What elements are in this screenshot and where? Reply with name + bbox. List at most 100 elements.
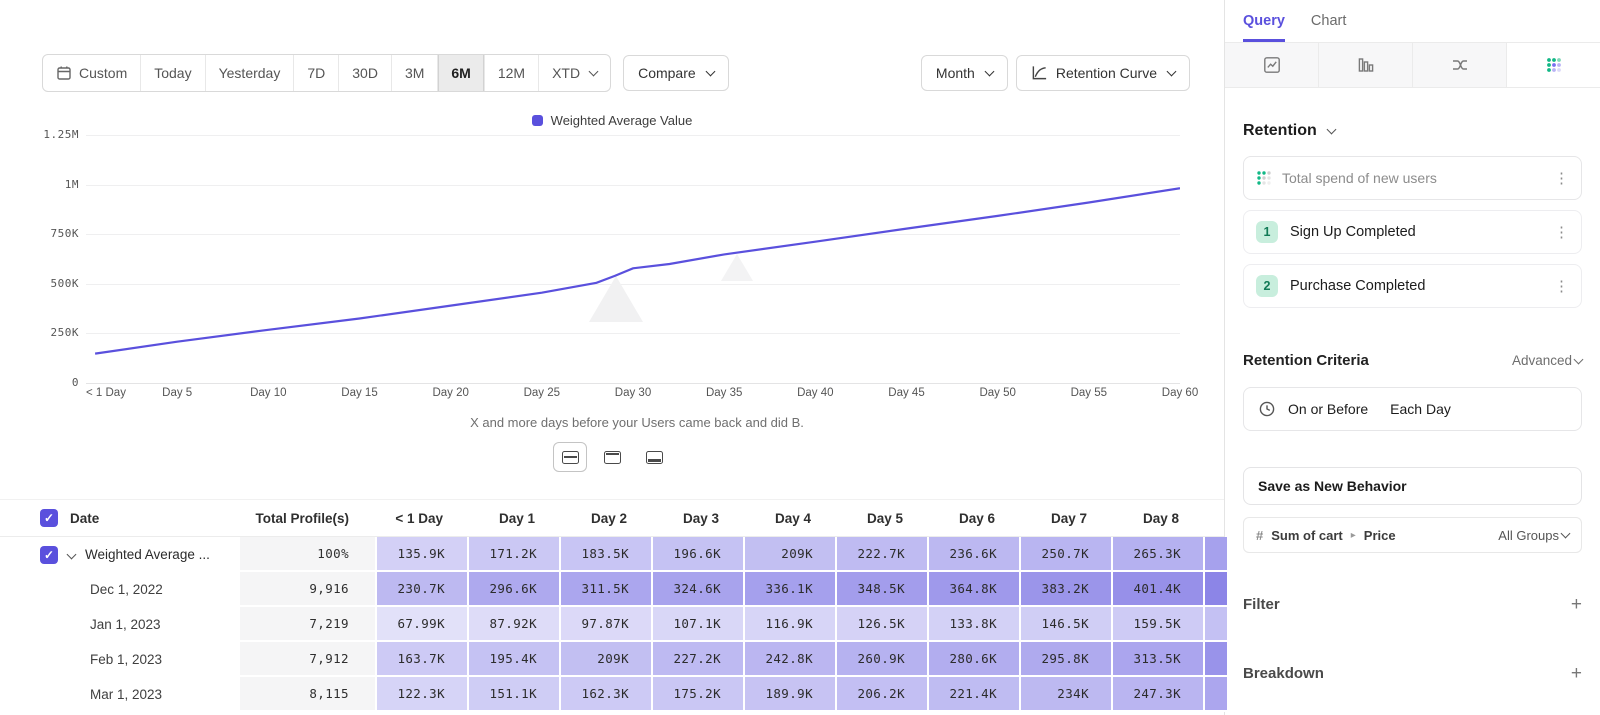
retention-cell[interactable]: 247.3K: [1111, 677, 1203, 712]
retention-cell-overflow[interactable]: [1203, 572, 1227, 607]
retention-cell[interactable]: 324.6K: [651, 572, 743, 607]
retention-cell[interactable]: 295.8K: [1019, 642, 1111, 677]
layout-chart-only-button[interactable]: [595, 442, 629, 472]
retention-cell[interactable]: 221.4K: [927, 677, 1019, 712]
step-row-1[interactable]: 1 Sign Up Completed ⋮: [1243, 210, 1582, 254]
retention-cell[interactable]: 126.5K: [835, 607, 927, 642]
criteria-frequency[interactable]: Each Day: [1390, 401, 1451, 417]
range-today[interactable]: Today: [140, 55, 204, 91]
retention-cell-overflow[interactable]: [1203, 537, 1227, 572]
retention-cell[interactable]: 311.5K: [559, 572, 651, 607]
tab-chart[interactable]: Chart: [1311, 13, 1346, 42]
criteria-card[interactable]: On or Before Each Day: [1243, 387, 1582, 431]
report-tab-insights[interactable]: [1225, 43, 1319, 87]
chart-type-button[interactable]: Retention Curve: [1016, 55, 1190, 91]
retention-cell[interactable]: 250.7K: [1019, 537, 1111, 572]
measure-row[interactable]: # Sum of cart ▸ Price All Groups: [1243, 517, 1582, 553]
retention-cell[interactable]: 280.6K: [927, 642, 1019, 677]
layout-split-button[interactable]: [553, 442, 587, 472]
retention-cell[interactable]: 107.1K: [651, 607, 743, 642]
range-7d[interactable]: 7D: [293, 55, 338, 91]
retention-cell[interactable]: 206.2K: [835, 677, 927, 712]
retention-cell[interactable]: 296.6K: [467, 572, 559, 607]
table-row[interactable]: Jan 1, 20237,21967.99K87.92K97.87K107.1K…: [0, 607, 1224, 642]
retention-cell-overflow[interactable]: [1203, 607, 1227, 642]
add-filter-button[interactable]: +: [1571, 595, 1582, 614]
range-xtd[interactable]: XTD: [538, 55, 610, 91]
behavior-card[interactable]: Total spend of new users ⋮: [1243, 156, 1582, 200]
retention-cell[interactable]: 222.7K: [835, 537, 927, 572]
report-tab-funnels[interactable]: [1319, 43, 1413, 87]
tab-query[interactable]: Query: [1243, 13, 1285, 42]
retention-cell[interactable]: 234K: [1019, 677, 1111, 712]
total-profiles-cell[interactable]: 7,219: [240, 607, 375, 642]
retention-cell[interactable]: 383.2K: [1019, 572, 1111, 607]
granularity-button[interactable]: Month: [921, 55, 1008, 91]
retention-cell[interactable]: 230.7K: [375, 572, 467, 607]
retention-cell[interactable]: 195.4K: [467, 642, 559, 677]
expand-chevron-icon[interactable]: [67, 550, 77, 560]
total-profiles-cell[interactable]: 100%: [240, 537, 375, 572]
total-profiles-cell[interactable]: 9,916: [240, 572, 375, 607]
retention-cell[interactable]: 242.8K: [743, 642, 835, 677]
retention-cell[interactable]: 401.4K: [1111, 572, 1203, 607]
total-profiles-cell[interactable]: 8,115: [240, 677, 375, 712]
step-row-2[interactable]: 2 Purchase Completed ⋮: [1243, 264, 1582, 308]
select-all-checkbox[interactable]: [40, 509, 58, 527]
retention-cell-overflow[interactable]: [1203, 677, 1227, 712]
range-12m[interactable]: 12M: [484, 55, 538, 91]
range-3m[interactable]: 3M: [391, 55, 437, 91]
retention-cell[interactable]: 151.1K: [467, 677, 559, 712]
retention-cell[interactable]: 159.5K: [1111, 607, 1203, 642]
criteria-condition[interactable]: On or Before: [1288, 401, 1368, 417]
table-row[interactable]: Weighted Average ...100%135.9K171.2K183.…: [0, 537, 1224, 572]
retention-cell[interactable]: 116.9K: [743, 607, 835, 642]
range-custom[interactable]: Custom: [43, 55, 140, 91]
retention-cell[interactable]: 183.5K: [559, 537, 651, 572]
retention-section-header[interactable]: Retention: [1243, 122, 1582, 140]
retention-cell[interactable]: 67.99K: [375, 607, 467, 642]
all-groups-dropdown[interactable]: All Groups: [1498, 528, 1569, 543]
retention-cell[interactable]: 236.6K: [927, 537, 1019, 572]
chart-plot-area[interactable]: [86, 135, 1180, 383]
report-tab-flows[interactable]: [1413, 43, 1507, 87]
retention-cell[interactable]: 189.9K: [743, 677, 835, 712]
advanced-dropdown[interactable]: Advanced: [1512, 353, 1582, 368]
kebab-menu-icon[interactable]: ⋮: [1552, 279, 1571, 294]
retention-cell[interactable]: 175.2K: [651, 677, 743, 712]
range-6m[interactable]: 6M: [437, 55, 483, 91]
retention-cell[interactable]: 133.8K: [927, 607, 1019, 642]
retention-cell[interactable]: 163.7K: [375, 642, 467, 677]
table-row[interactable]: Feb 1, 20237,912163.7K195.4K209K227.2K24…: [0, 642, 1224, 677]
retention-cell[interactable]: 364.8K: [927, 572, 1019, 607]
retention-cell[interactable]: 171.2K: [467, 537, 559, 572]
range-yesterday[interactable]: Yesterday: [205, 55, 294, 91]
range-30d[interactable]: 30D: [338, 55, 391, 91]
layout-table-only-button[interactable]: [637, 442, 671, 472]
add-breakdown-button[interactable]: +: [1571, 664, 1582, 683]
retention-cell[interactable]: 122.3K: [375, 677, 467, 712]
retention-cell[interactable]: 227.2K: [651, 642, 743, 677]
row-checkbox[interactable]: [40, 546, 58, 564]
table-row[interactable]: Mar 1, 20238,115122.3K151.1K162.3K175.2K…: [0, 677, 1224, 712]
retention-cell[interactable]: 313.5K: [1111, 642, 1203, 677]
compare-button[interactable]: Compare: [623, 55, 729, 91]
retention-cell[interactable]: 265.3K: [1111, 537, 1203, 572]
retention-cell[interactable]: 87.92K: [467, 607, 559, 642]
retention-cell[interactable]: 97.87K: [559, 607, 651, 642]
kebab-menu-icon[interactable]: ⋮: [1552, 171, 1571, 186]
retention-cell[interactable]: 209K: [743, 537, 835, 572]
report-tab-retention[interactable]: [1507, 43, 1600, 87]
retention-cell[interactable]: 209K: [559, 642, 651, 677]
kebab-menu-icon[interactable]: ⋮: [1552, 225, 1571, 240]
save-behavior-button[interactable]: Save as New Behavior: [1243, 467, 1582, 505]
retention-cell[interactable]: 162.3K: [559, 677, 651, 712]
total-profiles-cell[interactable]: 7,912: [240, 642, 375, 677]
retention-cell[interactable]: 336.1K: [743, 572, 835, 607]
retention-cell[interactable]: 135.9K: [375, 537, 467, 572]
retention-cell[interactable]: 146.5K: [1019, 607, 1111, 642]
retention-cell[interactable]: 348.5K: [835, 572, 927, 607]
table-row[interactable]: Dec 1, 20229,916230.7K296.6K311.5K324.6K…: [0, 572, 1224, 607]
retention-cell[interactable]: 260.9K: [835, 642, 927, 677]
retention-cell-overflow[interactable]: [1203, 642, 1227, 677]
